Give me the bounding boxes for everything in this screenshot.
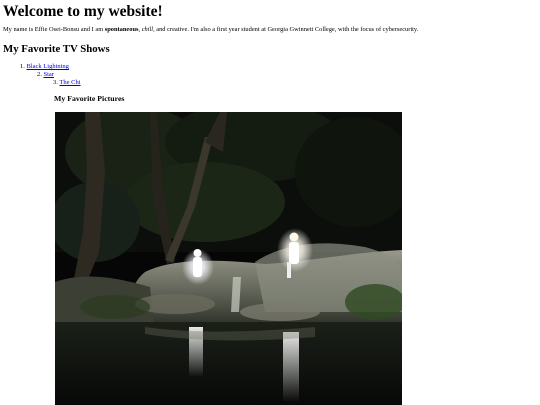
night-waterfall-photo bbox=[55, 112, 402, 405]
list-item: 3. The Chi bbox=[53, 79, 81, 87]
intro-bold-word: spontaneous bbox=[104, 26, 139, 33]
list-item: 1. Black Lightning bbox=[20, 63, 69, 71]
web-page: Welcome to my website! My name is Effie … bbox=[0, 0, 540, 405]
intro-text-1: My name is Effie Osei-Bonsu and I am bbox=[3, 26, 105, 33]
list-item: 2. Star bbox=[37, 71, 54, 79]
intro-paragraph: My name is Effie Osei-Bonsu and I am spo… bbox=[3, 26, 418, 33]
pictures-heading: My Favorite Pictures bbox=[54, 94, 125, 103]
intro-italic-word: chill bbox=[141, 26, 154, 33]
show-link-black-lightning[interactable]: Black Lightning bbox=[27, 63, 69, 70]
intro-text-3: , and creative. I'm also a first year st… bbox=[153, 26, 419, 33]
list-number: 3. bbox=[53, 79, 58, 86]
list-number: 1. bbox=[20, 63, 25, 70]
page-title: Welcome to my website! bbox=[3, 3, 163, 20]
show-link-the-chi[interactable]: The Chi bbox=[59, 79, 80, 86]
list-number: 2. bbox=[37, 71, 42, 78]
tv-shows-heading: My Favorite TV Shows bbox=[3, 43, 110, 55]
show-link-star[interactable]: Star bbox=[44, 71, 54, 78]
